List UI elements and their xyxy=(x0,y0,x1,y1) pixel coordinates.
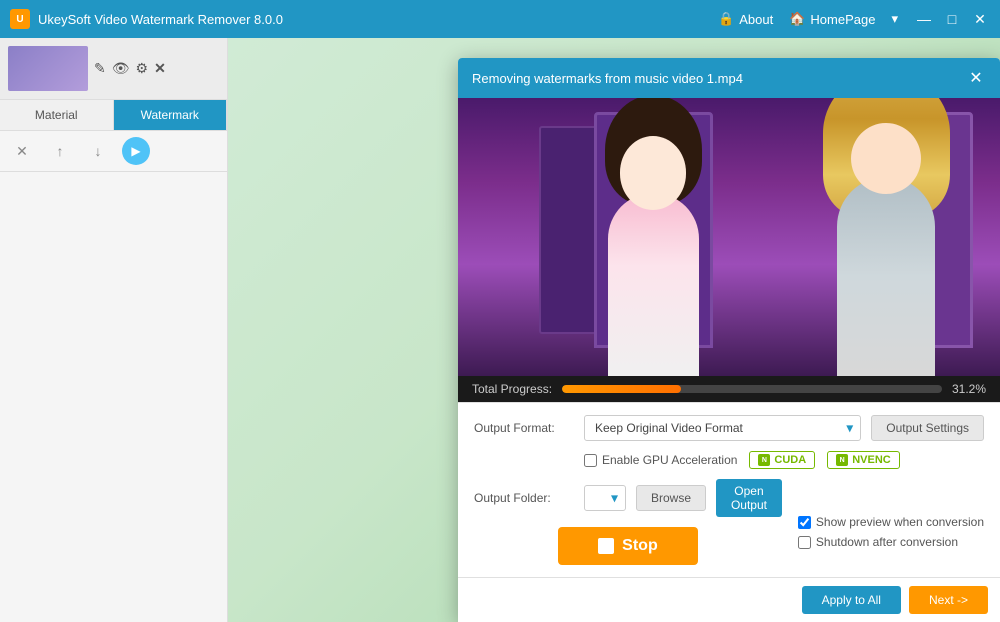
progress-label: Total Progress: xyxy=(472,382,552,396)
title-nav: 🔒 About 🏠 HomePage ▾ xyxy=(718,11,898,27)
app-logo: U xyxy=(10,9,30,29)
gpu-acceleration-checkbox[interactable] xyxy=(584,454,597,467)
app-title: UkeySoft Video Watermark Remover 8.0.0 xyxy=(38,12,718,27)
person1-body xyxy=(608,193,699,376)
nvidia-nvenc-logo: N xyxy=(836,454,848,466)
conversion-options: Show preview when conversion Shutdown af… xyxy=(798,479,984,549)
output-folder-select[interactable]: Same folder as the source xyxy=(584,485,626,511)
about-nav[interactable]: 🔒 About xyxy=(718,11,773,27)
output-folder-select-wrapper: Same folder as the source ▾ xyxy=(584,485,626,511)
tabs-row: Material Watermark xyxy=(0,100,227,131)
tab-watermark[interactable]: Watermark xyxy=(114,100,228,130)
shutdown-checkbox[interactable] xyxy=(798,536,811,549)
shutdown-checkbox-label[interactable]: Shutdown after conversion xyxy=(798,535,984,549)
browse-button[interactable]: Browse xyxy=(636,485,706,511)
dialog-controls: Output Format: Keep Original Video Forma… xyxy=(458,402,1000,577)
output-format-label: Output Format: xyxy=(474,421,574,435)
gpu-acceleration-checkbox-label[interactable]: Enable GPU Acceleration xyxy=(584,453,737,467)
show-preview-checkbox[interactable] xyxy=(798,516,811,529)
output-folder-row: Output Folder: Same folder as the source… xyxy=(474,479,782,517)
close-button[interactable]: ✕ xyxy=(970,9,990,29)
dialog-title: Removing watermarks from music video 1.m… xyxy=(472,71,743,86)
maximize-button[interactable]: □ xyxy=(942,9,962,29)
video-scene xyxy=(458,98,1000,376)
sidebar: ✎ 👁 ⚙ ✕ Material Watermark ✕ ↑ ↓ ▶ xyxy=(0,38,228,622)
gpu-acceleration-row: Enable GPU Acceleration N CUDA N NVENC xyxy=(584,451,984,469)
right-area: Removing watermarks from music video 1.m… xyxy=(228,38,1000,622)
nvenc-badge[interactable]: N NVENC xyxy=(827,451,900,469)
person1 xyxy=(577,131,729,376)
person1-head xyxy=(620,136,687,209)
output-format-select[interactable]: Keep Original Video Format xyxy=(584,415,861,441)
play-button[interactable]: ▶ xyxy=(122,137,150,165)
output-settings-button[interactable]: Output Settings xyxy=(871,415,984,441)
eye-icon[interactable]: 👁 xyxy=(112,60,130,77)
open-output-button[interactable]: Open Output xyxy=(716,479,782,517)
dropdown-nav[interactable]: ▾ xyxy=(891,11,898,27)
sidebar-tools: ✎ 👁 ⚙ ✕ xyxy=(94,60,166,77)
output-folder-label: Output Folder: xyxy=(474,491,574,505)
minimize-button[interactable]: — xyxy=(914,9,934,29)
apply-to-all-button[interactable]: Apply to All xyxy=(802,586,901,614)
chevron-down-icon: ▾ xyxy=(891,11,898,27)
person2-body xyxy=(837,177,936,376)
dialog-footer: Apply to All Next -> xyxy=(458,577,1000,622)
lock-icon: 🔒 xyxy=(718,11,734,27)
tab-material[interactable]: Material xyxy=(0,100,114,130)
progress-fill xyxy=(562,385,681,393)
progress-percentage: 31.2% xyxy=(952,382,986,396)
sidebar-actions: ✕ ↑ ↓ ▶ xyxy=(0,131,227,172)
tool-icon[interactable]: ⚙ xyxy=(136,60,149,77)
person2 xyxy=(816,120,957,376)
dialog-title-bar: Removing watermarks from music video 1.m… xyxy=(458,58,1000,98)
move-up-button[interactable]: ↑ xyxy=(46,137,74,165)
conversion-dialog: Removing watermarks from music video 1.m… xyxy=(458,58,1000,622)
progress-bar-area: Total Progress: 31.2% xyxy=(458,376,1000,402)
dialog-close-button[interactable]: ✕ xyxy=(966,68,986,88)
stop-button[interactable]: Stop xyxy=(558,527,698,565)
edit-icon[interactable]: ✎ xyxy=(94,60,106,77)
output-format-row: Output Format: Keep Original Video Forma… xyxy=(474,415,984,441)
show-preview-checkbox-label[interactable]: Show preview when conversion xyxy=(798,515,984,529)
window-controls: — □ ✕ xyxy=(914,9,990,29)
main-area: ✎ 👁 ⚙ ✕ Material Watermark ✕ ↑ ↓ ▶ Remov… xyxy=(0,38,1000,622)
delete-button[interactable]: ✕ xyxy=(8,137,36,165)
next-button[interactable]: Next -> xyxy=(909,586,988,614)
nvidia-cuda-logo: N xyxy=(758,454,770,466)
title-bar: U UkeySoft Video Watermark Remover 8.0.0… xyxy=(0,0,1000,38)
cuda-badge[interactable]: N CUDA xyxy=(749,451,815,469)
remove-icon[interactable]: ✕ xyxy=(154,60,166,77)
video-preview-area xyxy=(458,98,1000,376)
output-format-select-wrapper: Keep Original Video Format ▾ xyxy=(584,415,861,441)
stop-icon xyxy=(598,538,614,554)
video-thumbnail xyxy=(8,46,88,91)
home-icon: 🏠 xyxy=(789,11,805,27)
move-down-button[interactable]: ↓ xyxy=(84,137,112,165)
progress-track xyxy=(562,385,942,393)
video-placeholder xyxy=(458,98,1000,376)
sidebar-top: ✎ 👁 ⚙ ✕ xyxy=(0,38,227,100)
homepage-nav[interactable]: 🏠 HomePage xyxy=(789,11,875,27)
